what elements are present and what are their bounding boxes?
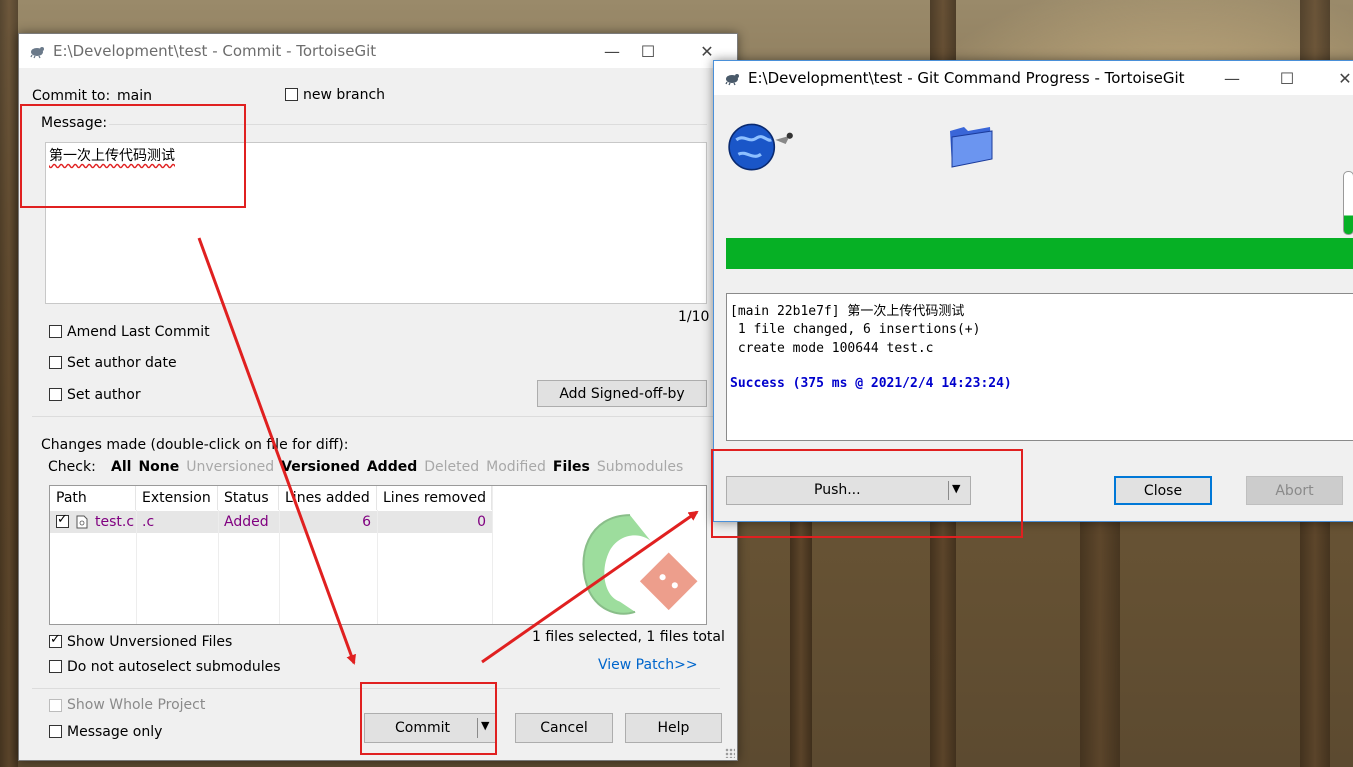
background-tree [790, 500, 812, 767]
table-row[interactable]: test.c .c Added 6 0 [50, 511, 492, 533]
cell-lines-removed: 0 [477, 514, 486, 530]
output-line: 1 file changed, 6 insertions(+) [730, 322, 981, 337]
maximize-icon[interactable]: ☐ [625, 34, 671, 68]
tortoisegit-icon [30, 47, 44, 59]
show-whole-project-label: Show Whole Project [67, 697, 206, 713]
progress-fill [726, 238, 1353, 269]
help-button[interactable]: Help [625, 713, 722, 743]
maximize-icon[interactable]: ☐ [1264, 61, 1310, 95]
new-branch-checkbox[interactable] [285, 88, 298, 101]
column-divider [136, 510, 137, 624]
message-only-label: Message only [67, 724, 163, 740]
resize-grip[interactable] [725, 748, 735, 758]
annotation-box-message [20, 104, 246, 208]
scrollbar-thumb[interactable] [1343, 171, 1353, 235]
column-divider [492, 486, 493, 624]
window-title: E:\Development\test - Git Command Progre… [748, 69, 1185, 87]
folder-icon [950, 127, 993, 168]
row-checkbox[interactable] [56, 512, 69, 528]
abort-button[interactable]: Abort [1246, 476, 1343, 505]
output-line: create mode 100644 test.c [730, 341, 934, 356]
set-author-date-label: Set author date [67, 355, 177, 371]
minimize-icon[interactable]: — [1209, 61, 1255, 95]
globe-icon [728, 123, 793, 171]
show-unversioned-checkbox[interactable] [49, 632, 62, 648]
message-counter: 1/10 [678, 309, 710, 325]
tortoisegit-icon [725, 74, 739, 86]
cell-path: test.c [95, 514, 135, 530]
tortoisegit-watermark-icon [582, 514, 698, 615]
column-header-path[interactable]: Path [50, 486, 136, 510]
commit-to-label: Commit to: [32, 88, 111, 104]
amend-label: Amend Last Commit [67, 324, 210, 340]
changes-label: Changes made (double-click on file for d… [41, 437, 349, 453]
set-author-label: Set author [67, 387, 141, 403]
check-filter-none[interactable]: None [138, 459, 179, 475]
cell-status: Added [224, 514, 269, 530]
message-only-checkbox[interactable] [49, 725, 62, 738]
annotation-box-commit [360, 682, 497, 755]
check-filter-unversioned[interactable]: Unversioned [186, 459, 274, 475]
amend-checkbox[interactable] [49, 325, 62, 338]
view-patch-link[interactable]: View Patch>> [598, 657, 698, 673]
annotation-box-push [711, 449, 1023, 538]
check-filter-versioned[interactable]: Versioned [281, 459, 360, 475]
message-group-bottom [32, 416, 720, 417]
window-title: E:\Development\test - Commit - TortoiseG… [53, 42, 377, 60]
check-label: Check: [48, 459, 96, 475]
set-author-checkbox[interactable] [49, 388, 62, 401]
column-header-lines-added[interactable]: Lines added [279, 486, 377, 510]
check-filter-submodules[interactable]: Submodules [597, 459, 683, 475]
files-summary: 1 files selected, 1 files total [532, 629, 725, 645]
show-whole-project-checkbox[interactable] [49, 699, 62, 712]
cell-extension: .c [142, 514, 155, 530]
column-divider [377, 510, 378, 624]
table-header: Path Extension Status Lines added Lines … [50, 486, 492, 510]
check-filter-modified[interactable]: Modified [486, 459, 546, 475]
column-header-status[interactable]: Status [218, 486, 279, 510]
file-icon [76, 515, 88, 529]
set-author-date-checkbox[interactable] [49, 356, 62, 369]
output-log[interactable]: [main 22b1e7f] 第一次上传代码测试 1 file changed,… [726, 293, 1353, 441]
background-tree [0, 0, 18, 767]
no-autoselect-checkbox[interactable] [49, 660, 62, 673]
close-button[interactable]: Close [1114, 476, 1212, 505]
cancel-button[interactable]: Cancel [515, 713, 613, 743]
branch-name: main [117, 88, 152, 104]
success-line: Success (375 ms @ 2021/2/4 14:23:24) [730, 376, 1012, 391]
column-divider [218, 510, 219, 624]
progress-titlebar: E:\Development\test - Git Command Progre… [714, 61, 1353, 95]
column-divider [279, 510, 280, 624]
column-header-extension[interactable]: Extension [136, 486, 218, 510]
check-filter-deleted[interactable]: Deleted [424, 459, 479, 475]
check-filter-all[interactable]: All [111, 459, 131, 475]
cell-lines-added: 6 [362, 514, 371, 530]
column-header-lines-removed[interactable]: Lines removed [377, 486, 492, 510]
check-filter-added[interactable]: Added [367, 459, 417, 475]
no-autoselect-label: Do not autoselect submodules [67, 659, 281, 675]
check-filter-files[interactable]: Files [553, 459, 590, 475]
check-filters: All None Unversioned Versioned Added Deleted M… [111, 459, 683, 475]
show-unversioned-label: Show Unversioned Files [67, 634, 233, 650]
output-line: [main 22b1e7f] 第一次上传代码测试 [730, 304, 965, 319]
changes-table[interactable]: Path Extension Status Lines added Lines … [49, 485, 707, 625]
commit-titlebar: E:\Development\test - Commit - TortoiseG… [19, 34, 737, 68]
new-branch-label: new branch [303, 87, 386, 103]
progress-bar [726, 238, 1353, 269]
add-signed-off-button[interactable]: Add Signed-off-by [537, 380, 707, 407]
close-icon[interactable]: ✕ [1322, 61, 1353, 95]
